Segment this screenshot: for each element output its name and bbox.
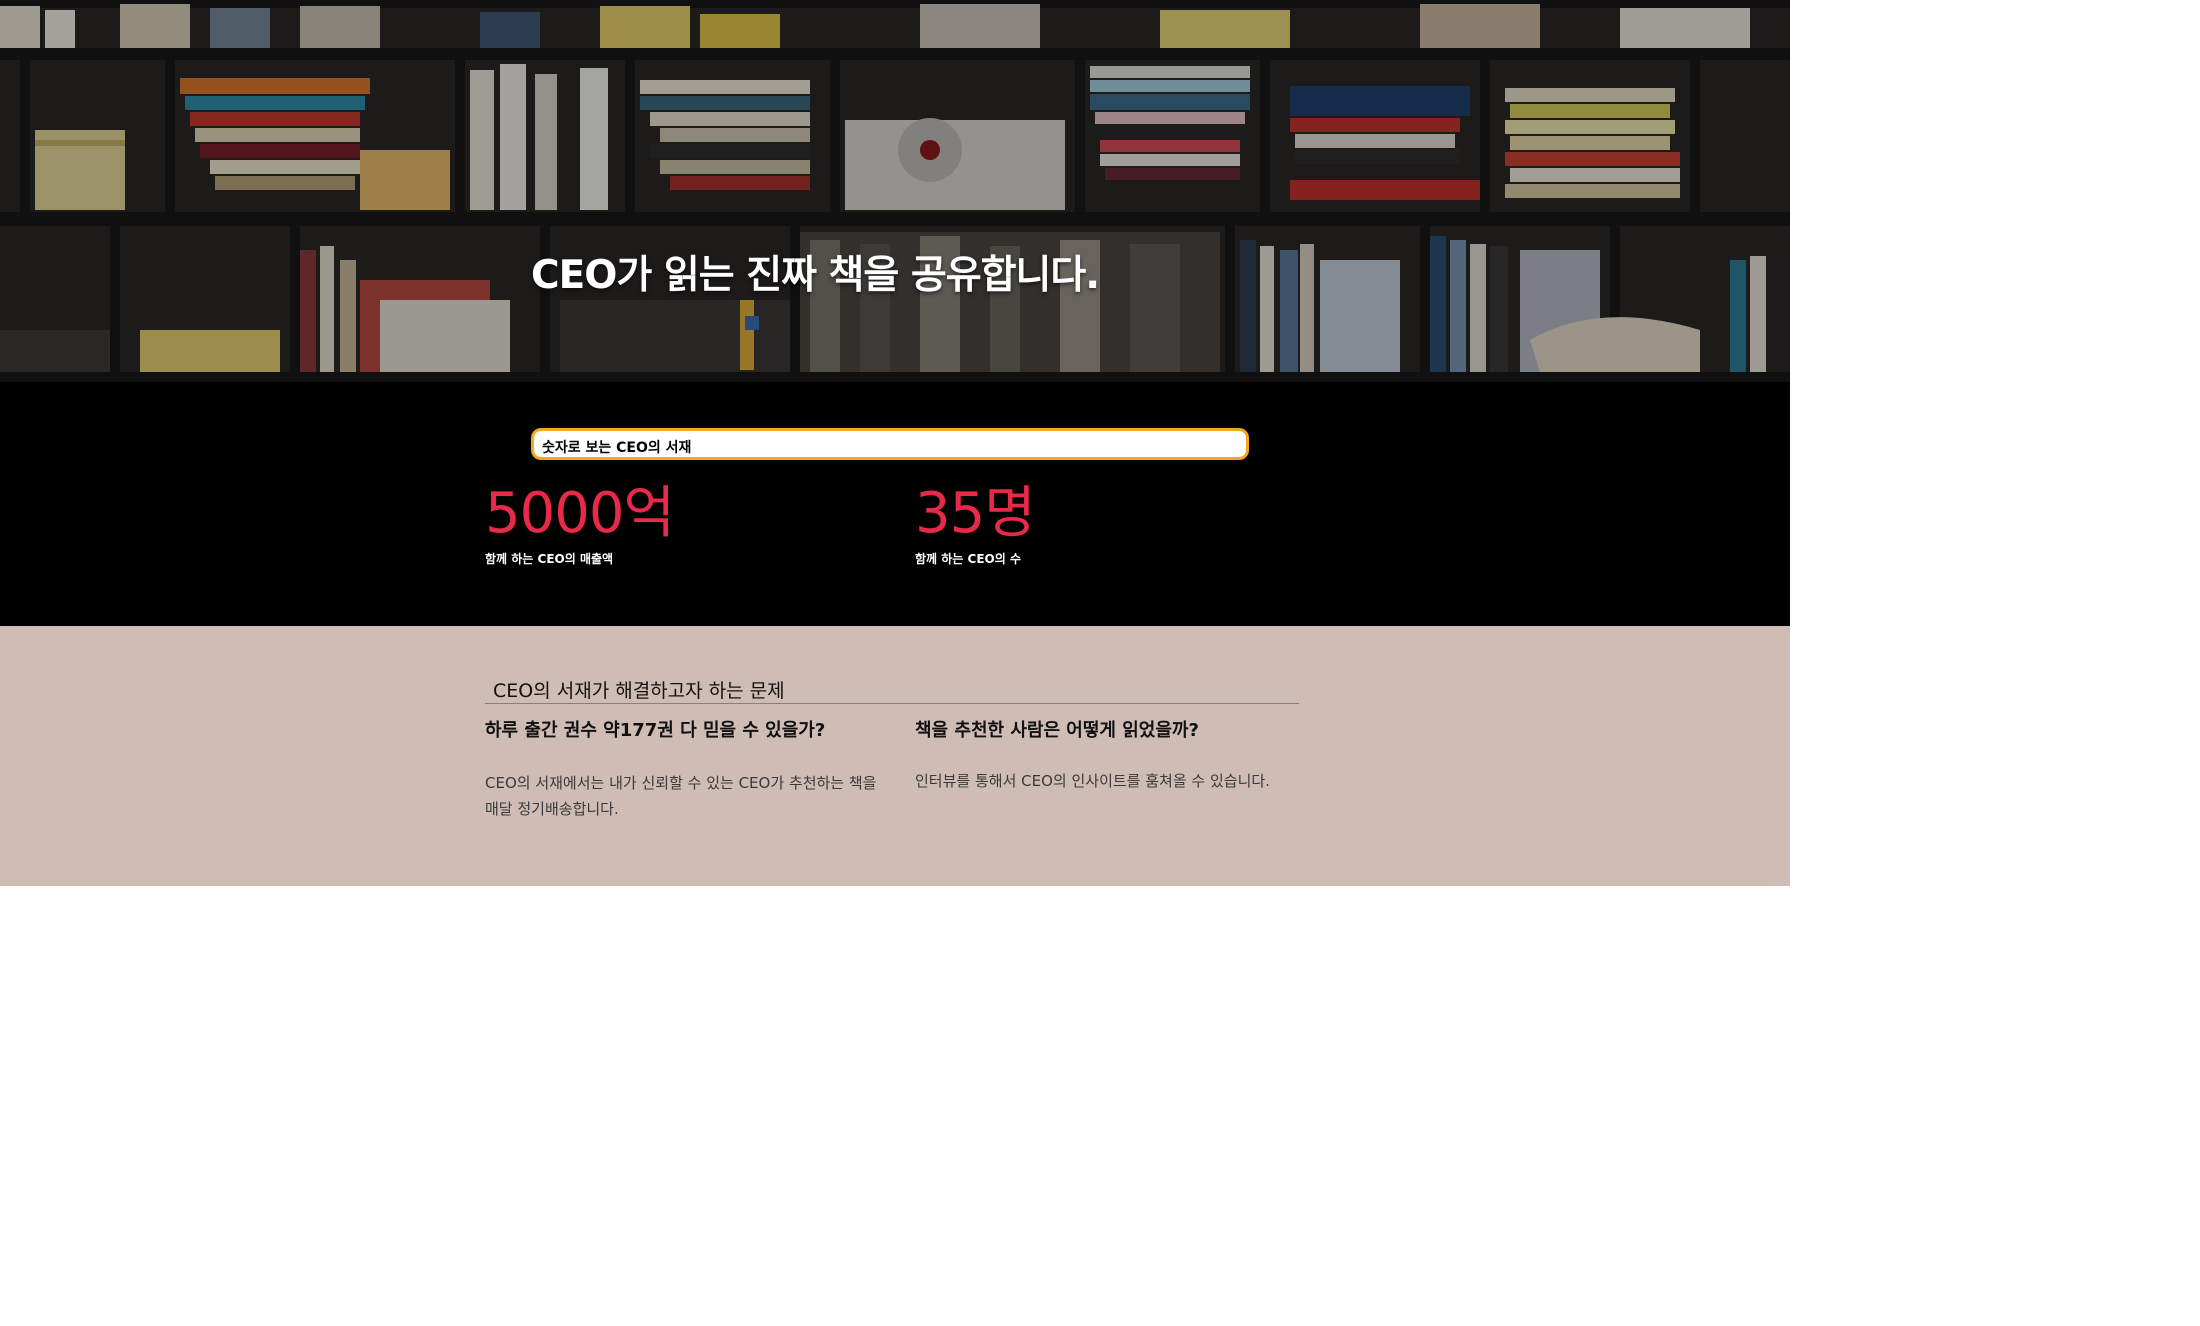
- problem-card-trust: 하루 출간 권수 약177권 다 믿을 수 있을가? CEO의 서재에서는 내가…: [485, 716, 885, 818]
- hero-title: CEO가 읽는 진짜 책을 공유합니다.: [531, 253, 1100, 298]
- problem-heading: 책을 추천한 사람은 어떻게 읽었을까?: [915, 720, 1199, 741]
- stat-revenue: 5000억 함께 하는 CEO의 매출액: [485, 481, 675, 567]
- stat-ceo-count-value: 35명: [915, 481, 1036, 546]
- problem-card-insight: 책을 추천한 사람은 어떻게 읽었을까? 인터뷰를 통해서 CEO의 인사이트를…: [915, 716, 1315, 790]
- stat-ceo-count-label: 함께 하는 CEO의 수: [915, 552, 1021, 566]
- problems-divider: [485, 703, 1299, 704]
- problem-heading: 하루 출간 권수 약177권 다 믿을 수 있을가?: [485, 720, 826, 741]
- stat-revenue-value: 5000억: [485, 481, 675, 546]
- stats-banner: 숫자로 보는 CEO의 서재: [531, 428, 1249, 460]
- problem-description: 인터뷰를 통해서 CEO의 인사이트를 훔쳐올 수 있습니다.: [915, 772, 1270, 790]
- problems-title: CEO의 서재가 해결하고자 하는 문제: [493, 680, 785, 702]
- problems-section: CEO의 서재가 해결하고자 하는 문제 하루 출간 권수 약177권 다 믿을…: [0, 626, 1790, 886]
- hero-overlay: [0, 0, 1790, 382]
- problem-description: CEO의 서재에서는 내가 신뢰할 수 있는 CEO가 추천하는 책을 매달 정…: [485, 774, 877, 818]
- stats-banner-label: 숫자로 보는 CEO의 서재: [542, 440, 692, 456]
- hero-section: CEO가 읽는 진짜 책을 공유합니다.: [0, 0, 1790, 382]
- page: CEO가 읽는 진짜 책을 공유합니다. 숫자로 보는 CEO의 서재 5000…: [0, 0, 2200, 1326]
- stat-revenue-label: 함께 하는 CEO의 매출액: [485, 552, 614, 566]
- stats-section: 숫자로 보는 CEO의 서재 5000억 함께 하는 CEO의 매출액 35명 …: [0, 382, 1790, 626]
- stat-ceo-count: 35명 함께 하는 CEO의 수: [915, 481, 1036, 567]
